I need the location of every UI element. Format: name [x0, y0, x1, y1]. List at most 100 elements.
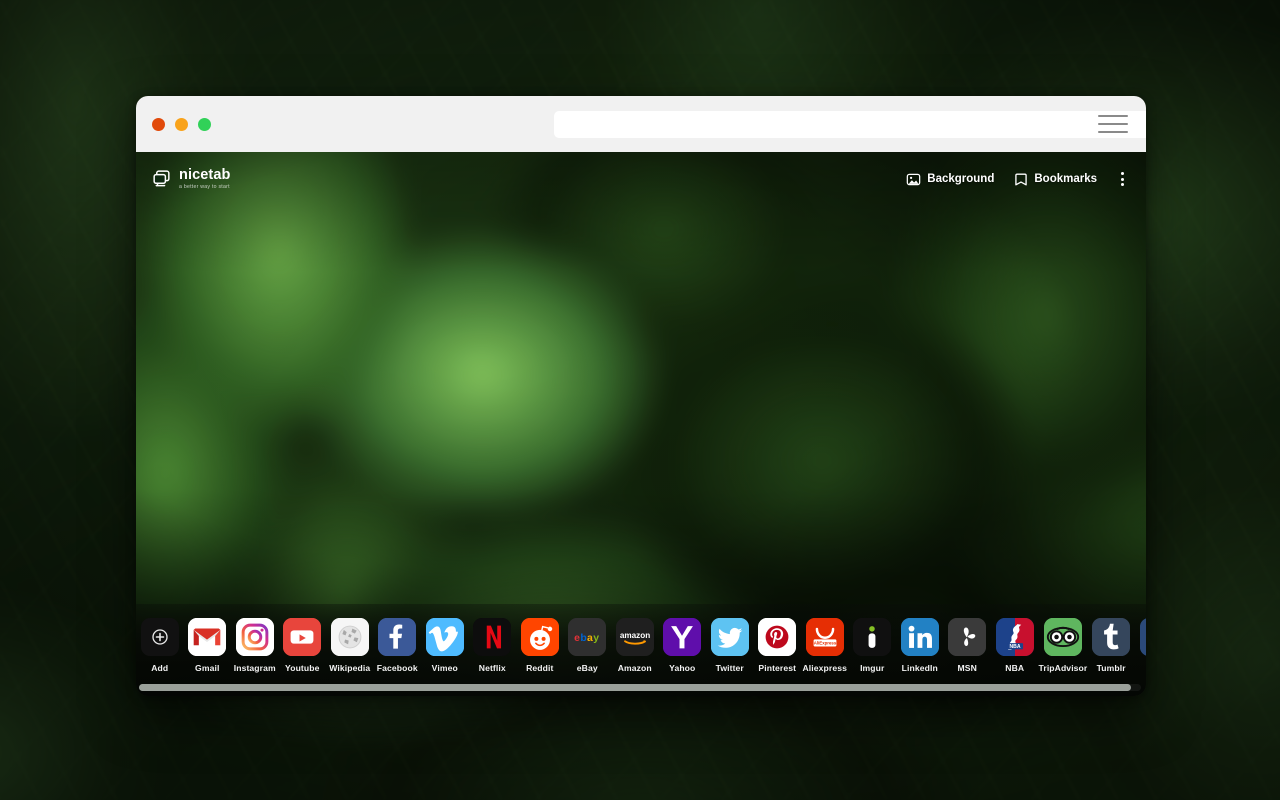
shortcut-linkedin[interactable]: LinkedIn: [896, 618, 944, 673]
header-actions: Background Bookmarks: [904, 169, 1128, 189]
nba-icon: NBA: [995, 618, 1034, 656]
nicetab-monitor-icon: [152, 169, 171, 188]
ebay-icon: e b a y: [568, 618, 607, 656]
brand-name: nicetab: [179, 167, 231, 184]
svg-text:y: y: [594, 633, 600, 644]
msn-butterfly-icon: [948, 618, 987, 656]
svg-text:NBA: NBA: [1009, 644, 1020, 650]
shortcut-label: Facebook: [376, 663, 418, 673]
tripadvisor-icon: [1043, 618, 1082, 656]
shortcut-label: Wikipedia: [329, 663, 371, 673]
desktop-wallpaper: nicetab a better way to start Background…: [0, 0, 1280, 800]
youtube-icon: [283, 618, 322, 656]
shortcut-label: Add: [151, 663, 169, 673]
wikipedia-icon: [330, 618, 369, 656]
address-bar-input[interactable]: [554, 111, 1146, 138]
amazon-icon: amazon: [615, 618, 654, 656]
svg-text:amazon: amazon: [620, 631, 650, 640]
plus-circle-icon: [140, 618, 179, 656]
shortcut-a[interactable]: A: [1135, 618, 1146, 673]
shortcuts-list[interactable]: Add Gmail Instagram Youtube Wikipedia Fa…: [136, 604, 1146, 682]
bookmark-icon: [1014, 172, 1028, 187]
background-button[interactable]: Background: [904, 170, 996, 189]
twitter-icon: [710, 618, 749, 656]
shortcut-twitter[interactable]: Twitter: [706, 618, 754, 673]
shortcut-tripadvisor[interactable]: TripAdvisor: [1039, 618, 1088, 673]
bookmarks-button-label: Bookmarks: [1034, 173, 1097, 185]
shortcut-label: Pinterest: [758, 663, 797, 673]
shortcut-facebook[interactable]: Facebook: [374, 618, 422, 673]
shortcut-add[interactable]: Add: [136, 618, 184, 673]
background-button-label: Background: [927, 173, 995, 185]
brand-logo: nicetab a better way to start: [152, 168, 230, 190]
dot: [1121, 172, 1124, 175]
shortcut-label: Tumblr: [1096, 663, 1126, 673]
shortcut-label: Vimeo: [431, 663, 458, 673]
imgur-icon: [853, 618, 892, 656]
shortcut-label: NBA: [1005, 663, 1025, 673]
tumblr-icon: [1092, 618, 1131, 656]
netflix-icon: [473, 618, 512, 656]
gmail-icon: [188, 618, 227, 656]
shortcut-label: Youtube: [285, 663, 320, 673]
window-minimize-button[interactable]: [175, 117, 188, 131]
facebook-icon: [378, 618, 417, 656]
image-icon: [906, 172, 921, 187]
aliexpress-icon: AliExpress: [805, 618, 844, 656]
shortcut-instagram[interactable]: Instagram: [231, 618, 279, 673]
dot: [1121, 183, 1124, 186]
shortcut-reddit[interactable]: Reddit: [516, 618, 564, 673]
shortcut-label: Amazon: [617, 663, 652, 673]
shortcut-youtube[interactable]: Youtube: [279, 618, 327, 673]
browser-window: nicetab a better way to start Background…: [136, 96, 1146, 696]
window-maximize-button[interactable]: [198, 117, 211, 131]
shortcut-pinterest[interactable]: Pinterest: [754, 618, 802, 673]
svg-text:e: e: [574, 633, 580, 644]
instagram-icon: [235, 618, 274, 656]
shortcut-label: Reddit: [526, 663, 554, 673]
shortcut-label: Imgur: [860, 663, 885, 673]
shortcut-netflix[interactable]: Netflix: [469, 618, 517, 673]
svg-text:b: b: [581, 633, 587, 644]
dock-scrollbar[interactable]: [139, 684, 1141, 691]
bookmarks-button[interactable]: Bookmarks: [1012, 170, 1099, 189]
shortcuts-dock: Add Gmail Instagram Youtube Wikipedia Fa…: [136, 604, 1146, 696]
shortcut-vimeo[interactable]: Vimeo: [421, 618, 469, 673]
hamburger-line: [1098, 131, 1128, 133]
shortcut-imgur[interactable]: Imgur: [849, 618, 897, 673]
shortcut-label: Gmail: [195, 663, 220, 673]
brand-tagline: a better way to start: [179, 183, 230, 190]
shortcut-gmail[interactable]: Gmail: [184, 618, 232, 673]
three-dots-vertical-icon[interactable]: [1117, 169, 1128, 189]
yahoo-icon: [663, 618, 702, 656]
shortcut-amazon[interactable]: amazon Amazon: [611, 618, 659, 673]
page-header: nicetab a better way to start Background…: [136, 152, 1146, 206]
window-close-button[interactable]: [152, 117, 165, 131]
shortcut-yahoo[interactable]: Yahoo: [659, 618, 707, 673]
window-traffic-lights: [152, 117, 211, 131]
shortcut-ebay[interactable]: e b a y eBay: [564, 618, 612, 673]
brand-text: nicetab a better way to start: [179, 168, 230, 190]
shortcut-label: Instagram: [233, 663, 276, 673]
partial-icon: [1139, 618, 1146, 656]
hamburger-line: [1098, 123, 1128, 125]
shortcut-msn[interactable]: MSN: [944, 618, 992, 673]
shortcut-label: TripAdvisor: [1038, 663, 1088, 673]
new-tab-page: nicetab a better way to start Background…: [136, 152, 1146, 696]
shortcut-wikipedia[interactable]: Wikipedia: [326, 618, 374, 673]
svg-text:AliExpress: AliExpress: [813, 641, 836, 646]
pinterest-icon: [758, 618, 797, 656]
shortcut-label: Netflix: [478, 663, 506, 673]
reddit-icon: [520, 618, 559, 656]
address-bar-container: [277, 111, 1146, 138]
shortcut-tumblr[interactable]: Tumblr: [1087, 618, 1135, 673]
dock-scrollbar-thumb[interactable]: [139, 684, 1131, 691]
shortcut-label: MSN: [957, 663, 977, 673]
shortcut-aliexpress[interactable]: AliExpress Aliexpress: [801, 618, 849, 673]
linkedin-icon: [900, 618, 939, 656]
hamburger-menu-icon[interactable]: [1098, 113, 1128, 135]
shortcut-label: eBay: [576, 663, 598, 673]
vimeo-icon: [425, 618, 464, 656]
hamburger-line: [1098, 115, 1128, 117]
shortcut-nba[interactable]: NBA NBA: [991, 618, 1039, 673]
